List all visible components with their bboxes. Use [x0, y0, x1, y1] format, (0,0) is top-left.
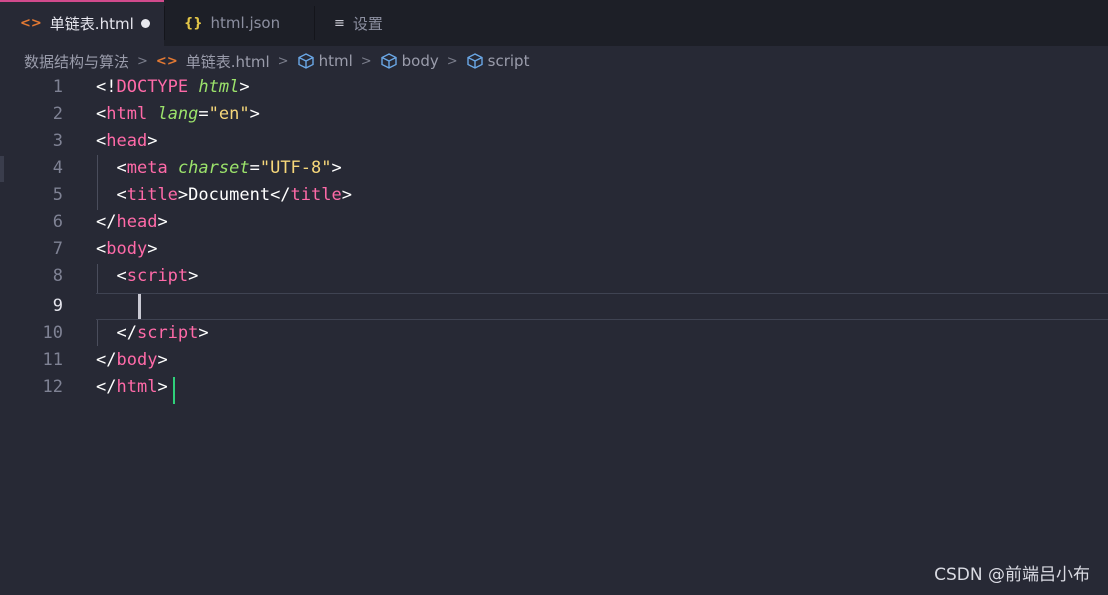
code-text: </body> — [96, 350, 168, 370]
code-line[interactable]: 1 <!DOCTYPE html> — [0, 74, 1108, 101]
code-line[interactable]: 3 <head> — [0, 128, 1108, 155]
line-number: 9 — [52, 296, 63, 316]
tab-label: html.json — [210, 14, 281, 32]
line-number: 8 — [52, 266, 63, 286]
breadcrumb-symbol-script[interactable]: script — [466, 52, 530, 70]
html-icon: <> — [20, 15, 42, 31]
code-editor[interactable]: 1 <!DOCTYPE html> 2 <html lang="en"> 3 <… — [0, 74, 1108, 404]
breadcrumb-symbol-label: script — [487, 52, 530, 70]
json-icon: {} — [184, 15, 203, 31]
line-number: 6 — [52, 212, 63, 232]
line-number: 12 — [42, 377, 63, 397]
code-text: <!DOCTYPE html> — [96, 77, 250, 97]
watermark: CSDN @前端吕小布 — [934, 565, 1090, 585]
line-number: 10 — [42, 323, 63, 343]
line-number: 1 — [52, 77, 63, 97]
unsaved-dot-icon[interactable] — [141, 19, 150, 28]
code-text: <title>Document</title> — [116, 185, 352, 205]
tab-label: 单链表.html — [49, 14, 134, 33]
html-icon: <> — [155, 53, 178, 69]
cube-icon — [380, 53, 397, 69]
chevron-right-icon: > — [446, 53, 458, 69]
settings-icon: ≡ — [334, 15, 345, 31]
code-text: <meta charset="UTF-8"> — [116, 158, 342, 178]
tab-settings[interactable]: ≡ 设置 — [314, 0, 464, 46]
text-cursor — [138, 293, 141, 320]
tab-html-json[interactable]: {} html.json — [164, 0, 314, 46]
cube-icon — [466, 53, 483, 69]
breadcrumb-symbol-html[interactable]: html — [297, 52, 353, 70]
code-text: <body> — [96, 239, 158, 259]
cube-icon — [297, 53, 314, 69]
bracket-match-cursor — [173, 377, 175, 404]
code-line[interactable]: 10 </script> — [0, 320, 1108, 347]
line-number: 4 — [52, 158, 63, 178]
breadcrumb-file-label: 单链表.html — [185, 52, 270, 71]
code-text: <script> — [116, 266, 199, 286]
line-number: 11 — [42, 350, 63, 370]
breadcrumb-file[interactable]: <> 单链表.html — [156, 51, 270, 72]
line-number: 5 — [52, 185, 63, 205]
line-number: 2 — [52, 104, 63, 124]
code-line[interactable]: 11 </body> — [0, 347, 1108, 374]
breadcrumb-symbol-label: html — [318, 52, 353, 70]
code-line[interactable]: 6 </head> — [0, 209, 1108, 236]
chevron-right-icon: > — [137, 53, 148, 69]
tab-label: 设置 — [352, 14, 383, 33]
breadcrumb-symbol-body[interactable]: body — [380, 52, 439, 70]
chevron-right-icon: > — [360, 53, 372, 69]
code-text: <html lang="en"> — [96, 104, 260, 124]
chevron-right-icon: > — [277, 53, 289, 69]
code-line[interactable]: 4 <meta charset="UTF-8"> — [0, 155, 1108, 182]
tab-bar: <> 单链表.html {} html.json ≡ 设置 — [0, 0, 1108, 46]
code-text: </head> — [96, 212, 168, 232]
breadcrumb-symbol-label: body — [401, 52, 439, 70]
breadcrumb: 数据结构与算法 > <> 单链表.html > html > body > sc… — [0, 46, 1108, 76]
line-number: 3 — [52, 131, 63, 151]
line-number: 7 — [52, 239, 63, 259]
breadcrumb-folder[interactable]: 数据结构与算法 — [24, 51, 129, 72]
code-line[interactable]: 2 <html lang="en"> — [0, 101, 1108, 128]
code-line[interactable]: 7 <body> — [0, 236, 1108, 263]
tab-single-linked-list-html[interactable]: <> 单链表.html — [0, 0, 164, 46]
code-line[interactable]: 12 </html> — [0, 374, 1108, 404]
code-line[interactable]: 5 <title>Document</title> — [0, 182, 1108, 209]
code-text: </html> — [96, 377, 168, 397]
code-line[interactable]: 8 <script> — [0, 263, 1108, 290]
code-text: </script> — [116, 323, 209, 343]
code-text: <head> — [96, 131, 158, 151]
code-line-current[interactable]: 9 — [0, 293, 1108, 320]
